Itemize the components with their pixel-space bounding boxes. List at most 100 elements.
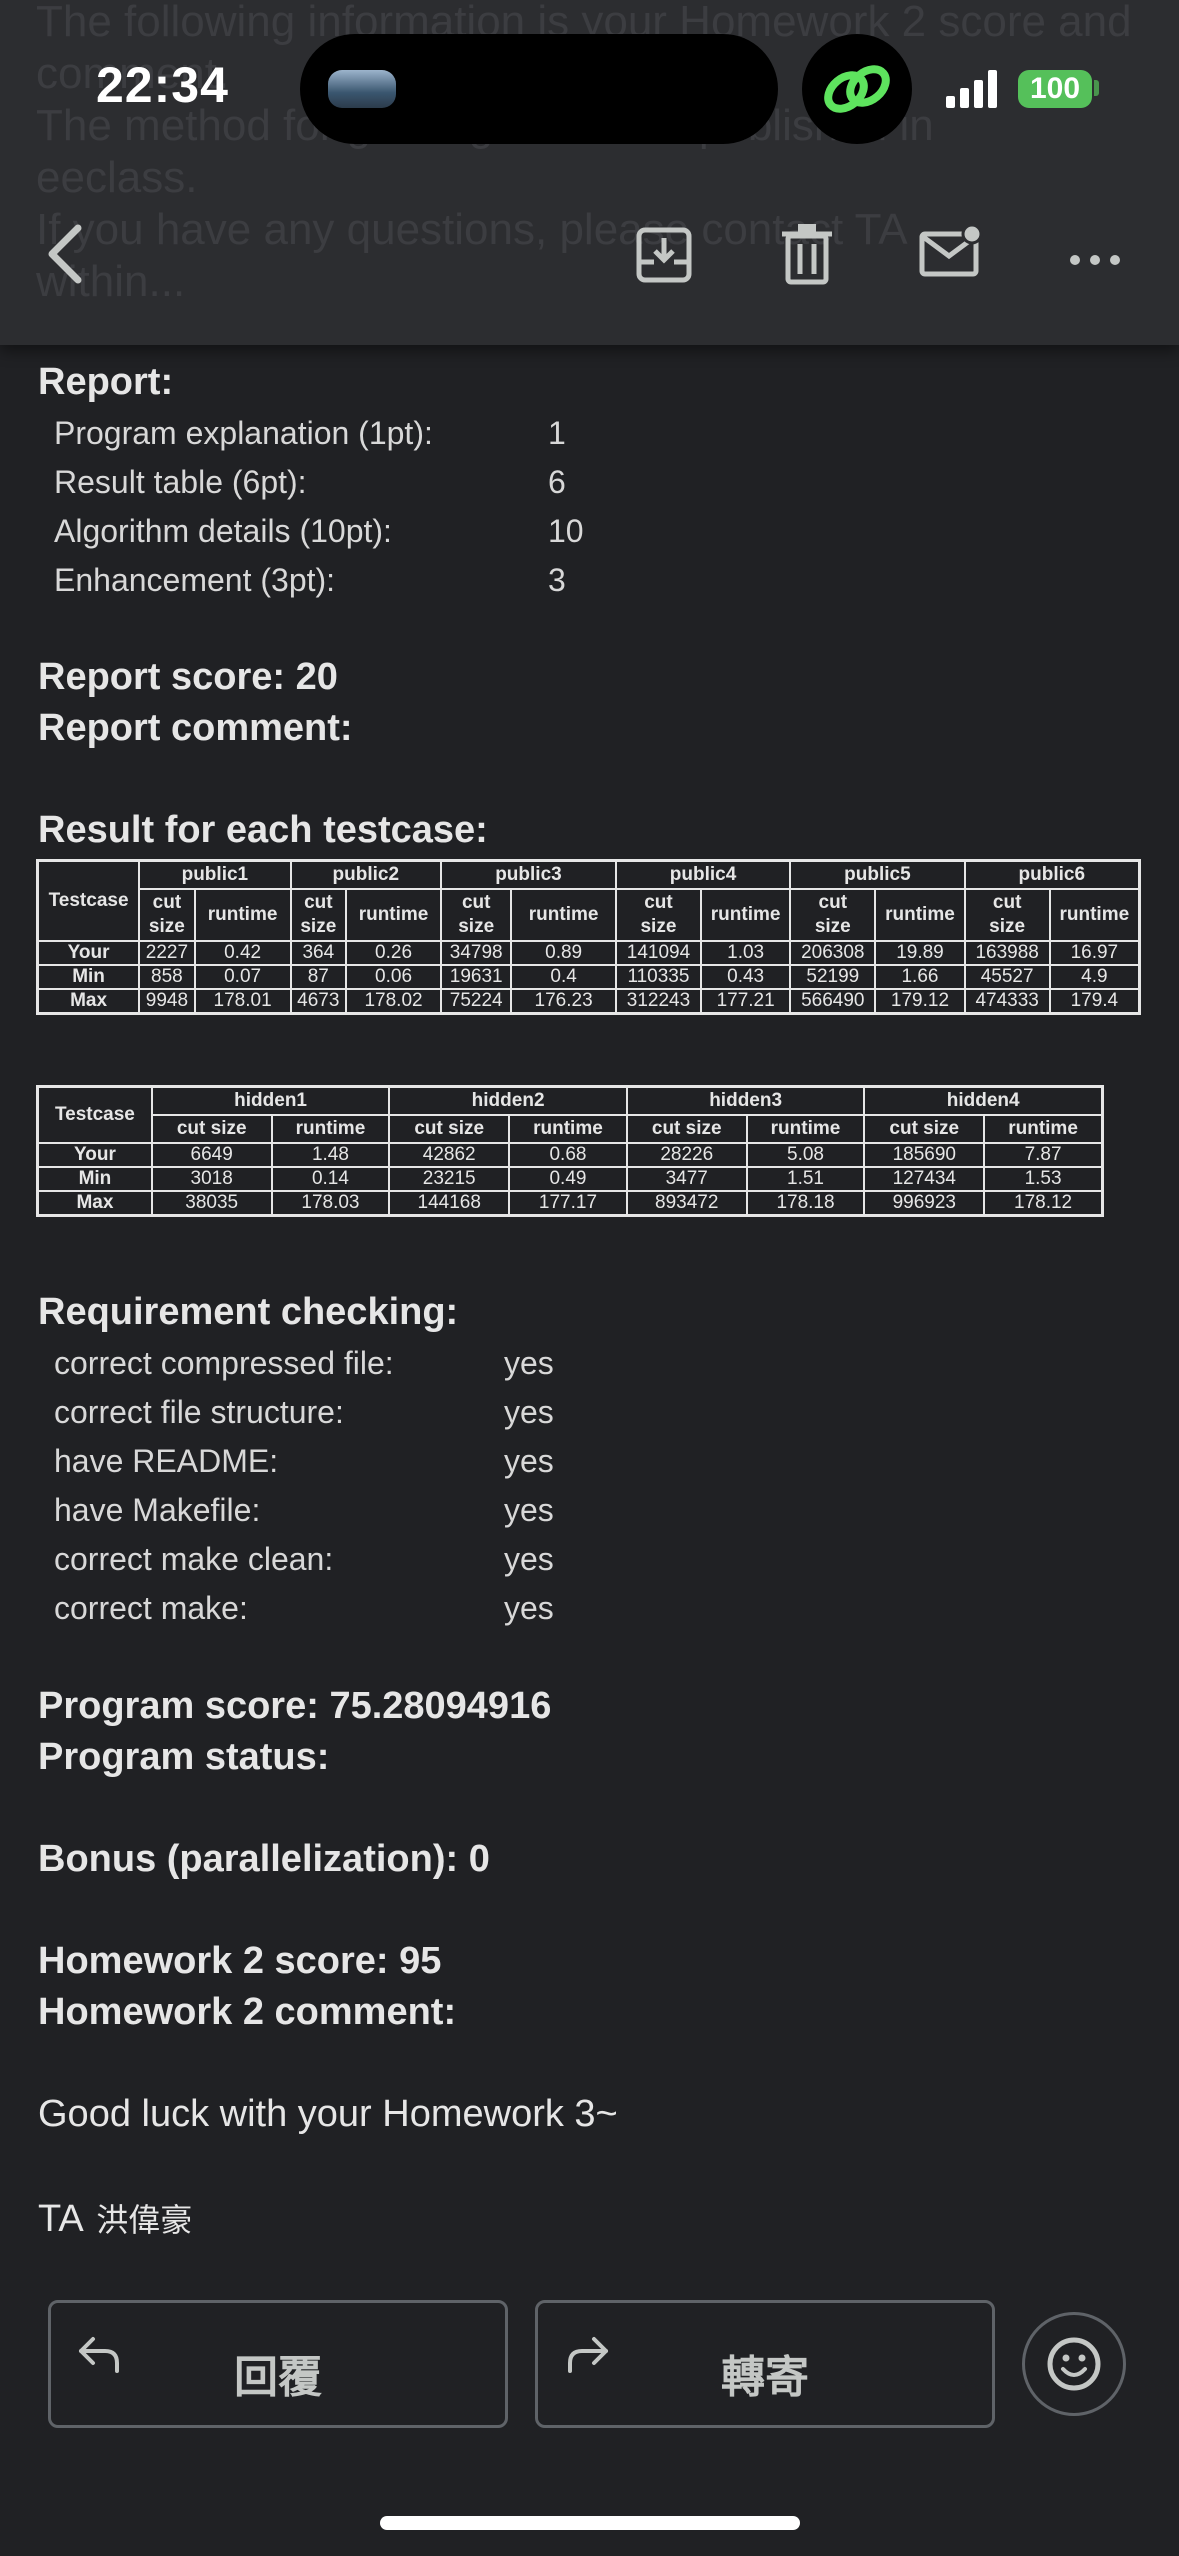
table-cell: 75224 <box>440 988 513 1014</box>
homework-comment: Homework 2 comment: <box>38 1991 457 2033</box>
table-cell: 176.23 <box>510 988 617 1014</box>
table-cell: 177.17 <box>508 1190 628 1216</box>
table-cell: 178.12 <box>983 1190 1103 1216</box>
results-heading: Result for each testcase: <box>38 809 488 851</box>
table-cell: 7.87 <box>983 1142 1103 1168</box>
signature-name: 洪偉豪 <box>96 2202 193 2238</box>
testcase-header: public4 <box>614 860 792 890</box>
runtime-header: runtime <box>270 1114 391 1144</box>
table-cell: 19631 <box>440 964 513 990</box>
requirement-value: yes <box>504 1345 554 1381</box>
report-item-value: 3 <box>548 562 566 598</box>
table-cell: 163988 <box>963 940 1051 966</box>
requirements-heading: Requirement checking: <box>38 1291 459 1333</box>
table-cell: 179.4 <box>1048 988 1141 1014</box>
table-cell: 177.21 <box>700 988 792 1014</box>
testcase-header: hidden4 <box>863 1086 1103 1116</box>
table-cell: 893472 <box>625 1190 748 1216</box>
ghost-line: within... <box>36 257 186 306</box>
cut-size-header: cut size <box>150 1114 273 1144</box>
trash-icon[interactable] <box>780 222 834 286</box>
testcase-header: public1 <box>138 860 292 890</box>
forward-label: 轉寄 <box>721 2353 809 2402</box>
table-cell: 0.49 <box>508 1166 628 1192</box>
testcase-header: hidden1 <box>150 1086 391 1116</box>
testcase-header: hidden3 <box>625 1086 866 1116</box>
reply-button[interactable]: 回覆 <box>48 2300 508 2428</box>
requirement-value: yes <box>504 1541 554 1577</box>
emoji-reaction-button[interactable] <box>1022 2312 1126 2416</box>
closing-message: Good luck with your Homework 3~ <box>38 2093 618 2135</box>
table-row: Your 6649 1.48 42862 0.68 28226 5.08 185690 7.87 <box>37 1142 1103 1168</box>
table-cell: 996923 <box>863 1190 986 1216</box>
table-cell: 179.12 <box>874 988 966 1014</box>
table-cell: 5.08 <box>745 1142 866 1168</box>
table-cell: 0.07 <box>193 964 292 990</box>
requirement-label: correct make clean: <box>54 1541 334 1577</box>
table-cell: 6649 <box>150 1142 273 1168</box>
smiley-icon <box>1047 2337 1101 2391</box>
table-cell: 178.03 <box>270 1190 391 1216</box>
table-cell: 3018 <box>150 1166 273 1192</box>
report-item-value: 1 <box>548 415 566 451</box>
table-cell: 1.51 <box>745 1166 866 1192</box>
table-cell: 34798 <box>440 940 513 966</box>
archive-icon[interactable] <box>634 222 694 286</box>
runtime-header: runtime <box>193 888 292 942</box>
home-indicator[interactable] <box>380 2516 800 2530</box>
table-row: Max 38035 178.03 144168 177.17 893472 178.18 99… <box>37 1190 1103 1216</box>
requirement-label: correct make: <box>54 1590 248 1626</box>
table-cell: 42862 <box>388 1142 511 1168</box>
ghost-line: eeclass. <box>36 153 198 202</box>
table-cell: 474333 <box>963 988 1051 1014</box>
cut-size-line1: cut <box>304 892 333 913</box>
bonus-score: Bonus (parallelization): 0 <box>38 1838 490 1880</box>
row-label: Max <box>37 1190 153 1216</box>
table-corner: Testcase <box>37 1086 153 1144</box>
table-cell: 23215 <box>388 1166 511 1192</box>
requirement-item: have Makefile: yes <box>54 1492 554 1529</box>
cut-size-line2: size <box>989 916 1026 937</box>
requirement-label: correct file structure: <box>54 1394 344 1430</box>
report-score: Report score: 20 <box>38 656 338 698</box>
runtime-header: runtime <box>700 888 792 942</box>
table-cell: 1.03 <box>700 940 792 966</box>
testcase-header: public2 <box>289 860 443 890</box>
signature-role: TA <box>38 2198 82 2240</box>
more-icon[interactable] <box>1068 222 1122 286</box>
report-item-label: Algorithm details (10pt): <box>54 513 392 549</box>
hidden-results-table: Testcase hidden1 hidden2 hidden3 hidden4… <box>36 1085 1104 1217</box>
table-cell: 28226 <box>625 1142 748 1168</box>
table-cell: 141094 <box>614 940 703 966</box>
requirement-value: yes <box>504 1443 554 1479</box>
requirement-item: correct make clean: yes <box>54 1541 554 1578</box>
table-cell: 16.97 <box>1048 940 1141 966</box>
runtime-header: runtime <box>345 888 443 942</box>
cut-size-line1: cut <box>992 892 1022 913</box>
cut-size-line1: cut <box>152 892 182 913</box>
table-cell: 1.48 <box>270 1142 391 1168</box>
table-cell: 38035 <box>150 1190 273 1216</box>
table-cell: 0.14 <box>270 1166 391 1192</box>
table-cell: 0.26 <box>345 940 443 966</box>
report-item-label: Result table (6pt): <box>54 464 307 500</box>
table-row: Max 9948 178.01 4673 178.02 75224 176.23 312243… <box>36 988 1141 1014</box>
cut-size-line2: size <box>300 916 337 937</box>
table-corner: Testcase <box>36 860 141 942</box>
cut-size-header: cut size <box>789 888 877 942</box>
table-cell: 0.42 <box>193 940 292 966</box>
program-status: Program status: <box>38 1736 330 1778</box>
requirement-item: have README: yes <box>54 1443 554 1480</box>
mark-unread-icon[interactable] <box>918 222 984 286</box>
table-row: Min 858 0.07 87 0.06 19631 0.4 110335 0.43 52199 1… <box>36 964 1141 990</box>
testcase-header: hidden2 <box>388 1086 628 1116</box>
forward-button[interactable]: 轉寄 <box>535 2300 995 2428</box>
runtime-header: runtime <box>983 1114 1103 1144</box>
testcase-header: public3 <box>440 860 617 890</box>
requirement-label: correct compressed file: <box>54 1345 394 1381</box>
program-score: Program score: 75.28094916 <box>38 1685 552 1727</box>
back-icon[interactable] <box>44 222 88 286</box>
table-cell: 185690 <box>863 1142 986 1168</box>
row-label: Max <box>36 988 141 1014</box>
table-cell: 0.89 <box>510 940 617 966</box>
